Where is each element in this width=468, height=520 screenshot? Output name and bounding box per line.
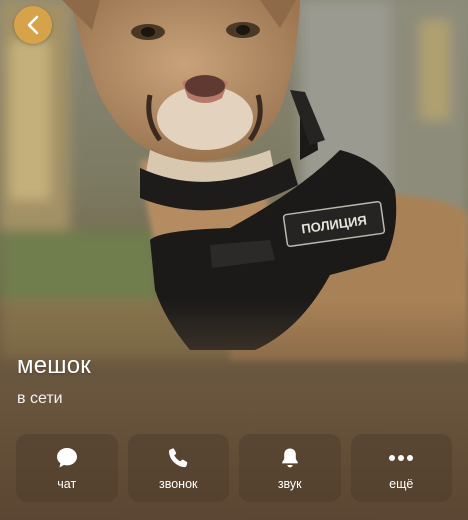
more-dots-icon [388, 445, 414, 471]
profile-status: в сети [17, 390, 63, 407]
chat-button[interactable]: чат [16, 434, 118, 502]
call-label: звонок [158, 477, 198, 491]
sound-label: звук [277, 477, 302, 491]
action-bar: чат звонок звук ещё [16, 434, 452, 502]
phone-icon [165, 445, 191, 471]
chat-label: чат [57, 477, 77, 491]
bell-icon [277, 445, 303, 471]
more-label: ещё [389, 477, 414, 491]
sound-button[interactable]: звук [239, 434, 341, 502]
more-button[interactable]: ещё [350, 434, 452, 502]
chat-bubble-icon [54, 445, 80, 471]
profile-name: мешок [17, 352, 91, 379]
back-button[interactable] [14, 6, 52, 44]
chevron-left-icon [27, 15, 39, 35]
call-button[interactable]: звонок [127, 434, 229, 502]
